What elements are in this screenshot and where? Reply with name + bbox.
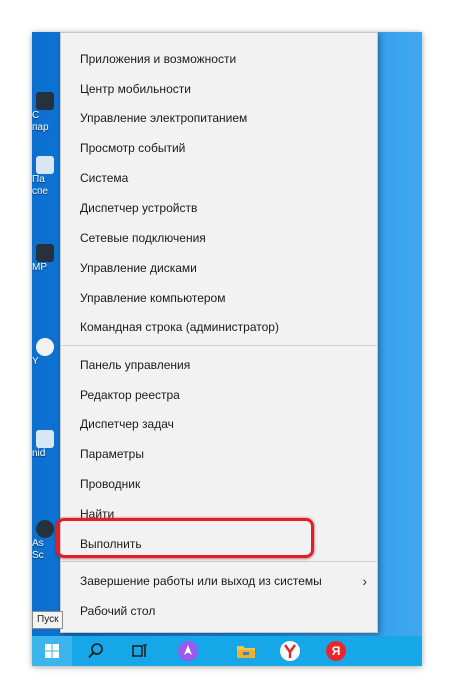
search-icon [88, 643, 103, 659]
menu-item-mobility-center[interactable]: Центр мобильности [61, 75, 377, 103]
desktop-icon[interactable]: nid [32, 430, 56, 460]
desktop-icon-label: спе [32, 186, 48, 197]
menu-item-computer-management[interactable]: Управление компьютером [61, 284, 377, 312]
windows-start-icon [45, 644, 59, 658]
yandex-button[interactable]: Я [316, 636, 356, 666]
menu-item-desktop[interactable]: Рабочий стол [61, 597, 377, 625]
menu-item-event-viewer[interactable]: Просмотр событий [61, 134, 377, 162]
menu-item-device-manager[interactable]: Диспетчер устройств [61, 194, 377, 222]
alice-assistant-button[interactable] [168, 636, 208, 666]
menu-item-system[interactable]: Система [61, 164, 377, 192]
file-explorer-button[interactable] [226, 636, 266, 666]
menu-item-settings[interactable]: Параметры [61, 440, 377, 468]
task-view-icon [132, 644, 147, 657]
menu-item-apps-features[interactable]: Приложения и возможности [61, 45, 377, 73]
desktop-icon-label: Y [32, 356, 39, 367]
menu-item-label: Завершение работы или выход из системы [80, 574, 322, 588]
desktop-icon[interactable]: Y [32, 338, 56, 368]
menu-item-control-panel[interactable]: Панель управления [61, 351, 377, 379]
start-button[interactable] [32, 636, 72, 666]
menu-item-network-connections[interactable]: Сетевые подключения [61, 224, 377, 252]
desktop-icon[interactable]: С пар [32, 92, 56, 134]
desktop-icon[interactable]: Па спе [32, 156, 56, 198]
chevron-right-icon: › [362, 573, 367, 589]
media-player-icon [36, 244, 54, 262]
task-view-button[interactable] [120, 636, 160, 666]
menu-item-file-explorer[interactable]: Проводник [61, 470, 377, 498]
desktop-shortcut-icon [36, 430, 54, 448]
yandex-browser-icon [280, 641, 300, 661]
alice-assistant-icon [178, 641, 198, 661]
taskbar: Я [32, 636, 422, 666]
desktop-icon-label: С [32, 110, 40, 121]
desktop-shortcut-icon [36, 338, 54, 356]
screenshot-frame: С пар Па спе МР Y nid As Sc Приложения и… [32, 32, 422, 666]
desktop-icon-label: Па [32, 174, 45, 185]
yandex-browser-button[interactable] [270, 636, 310, 666]
file-explorer-icon [237, 646, 255, 658]
desktop-icon-label: Sc [32, 550, 44, 561]
menu-item-disk-management[interactable]: Управление дисками [61, 254, 377, 282]
desktop-icon[interactable]: As Sc [32, 520, 56, 562]
menu-item-registry-editor[interactable]: Редактор реестра [61, 381, 377, 409]
desktop-shortcut-icon [36, 520, 54, 538]
yandex-letter: Я [331, 644, 341, 658]
menu-item-shutdown-signout[interactable]: Завершение работы или выход из системы › [61, 567, 377, 595]
run-item-highlight [56, 518, 314, 558]
menu-item-command-prompt-admin[interactable]: Командная строка (администратор) [61, 313, 377, 341]
menu-separator [61, 561, 377, 562]
start-tooltip: Пуск [32, 611, 64, 629]
search-button[interactable] [76, 636, 116, 666]
desktop-shortcut-icon [36, 92, 54, 110]
menu-item-task-manager[interactable]: Диспетчер задач [61, 410, 377, 438]
menu-separator [61, 345, 377, 346]
desktop-icon[interactable]: МР [32, 244, 56, 274]
desktop-shortcut-icon [36, 156, 54, 174]
desktop-icon-label: nid [32, 448, 46, 459]
menu-item-power-options[interactable]: Управление электропитанием [61, 104, 377, 132]
desktop-icon-label: МР [32, 262, 47, 273]
desktop-icon-label: As [32, 538, 44, 549]
desktop-icon-label: пар [32, 122, 49, 133]
